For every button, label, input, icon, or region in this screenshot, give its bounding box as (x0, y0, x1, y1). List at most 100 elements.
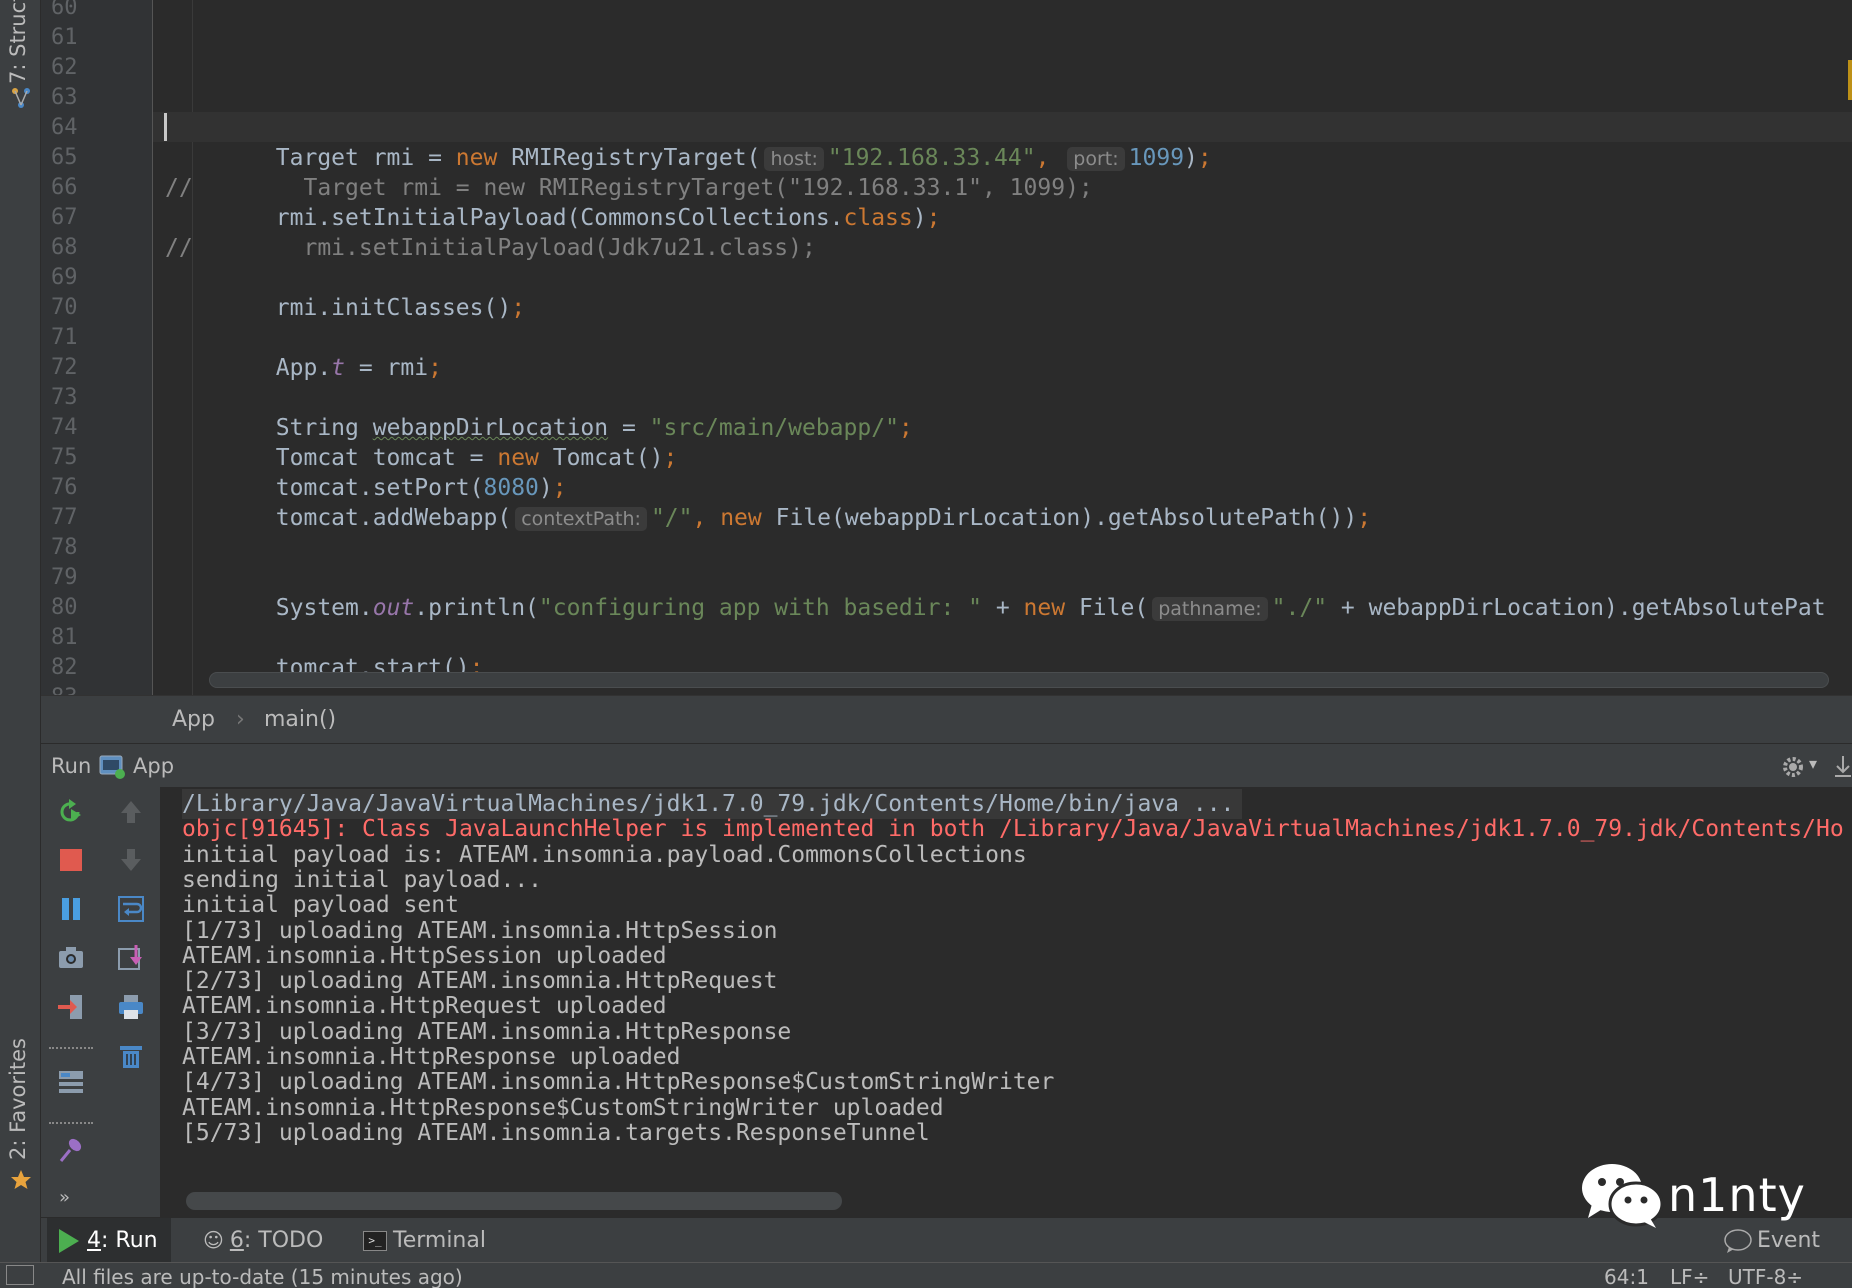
structure-icon[interactable] (9, 86, 33, 110)
code-token: + webappDirLocation).getAbsolutePat (1327, 595, 1826, 621)
code-token: ) (1184, 145, 1198, 171)
run-play-icon (59, 1229, 79, 1253)
app-config-icon (99, 755, 125, 779)
line-separator[interactable]: LF÷ (1670, 1265, 1709, 1288)
code-token: System. (165, 595, 373, 621)
code-line[interactable]: App.t = rmi; (165, 353, 442, 383)
line-number: 63 (51, 85, 78, 110)
scroll-to-end-icon[interactable] (116, 943, 146, 973)
code-token: ; (511, 295, 526, 321)
code-line[interactable]: // rmi.setInitialPayload(Jdk7u21.class); (165, 233, 816, 263)
breadcrumb-method[interactable]: main() (264, 707, 336, 732)
code-token: class (843, 205, 913, 231)
code-token: File( (1065, 595, 1149, 621)
breadcrumb-class[interactable]: App (172, 707, 215, 732)
code-line[interactable]: tomcat.addWebapp(contextPath: "/", new Fi… (165, 503, 1371, 533)
line-number: 82 (51, 655, 78, 680)
error-stripe-marker[interactable] (1848, 60, 1852, 100)
code-token: new (720, 505, 762, 531)
code-token: ; (552, 475, 567, 501)
parameter-hint: host: (764, 147, 824, 171)
line-number: 62 (51, 55, 78, 80)
code-line[interactable]: rmi.setInitialPayload(CommonsCollections… (165, 203, 941, 233)
code-line[interactable]: System.out.println("configuring app with… (165, 593, 1826, 623)
code-token: new (1023, 595, 1066, 621)
line-number: 80 (51, 595, 78, 620)
layout-icon[interactable] (56, 1067, 86, 1097)
line-number: 75 (51, 445, 78, 470)
code-token: File(webappDirLocation).getAbsolutePath(… (761, 505, 1358, 531)
code-token: Tomcat tomcat = (165, 445, 498, 471)
run-config-tab[interactable]: App (133, 754, 174, 778)
code-line[interactable]: Target rmi = new RMIRegistryTarget(host:… (165, 143, 1212, 173)
parameter-hint: contextPath: (515, 507, 647, 531)
line-number: 79 (51, 565, 78, 590)
settings-gear-icon[interactable] (1781, 754, 1807, 780)
console-line: [5/73] uploading ATEAM.insomnia.targets.… (182, 1119, 930, 1146)
stop-icon[interactable] (56, 845, 86, 875)
toggle-tool-windows-icon[interactable] (6, 1265, 34, 1285)
console-horizontal-scrollbar[interactable] (186, 1192, 842, 1210)
line-number: 69 (51, 265, 78, 290)
pin-icon[interactable] (56, 1135, 86, 1165)
line-number: 68 (51, 235, 78, 260)
code-line[interactable]: tomcat.setPort(8080); (165, 473, 567, 503)
exit-icon[interactable] (56, 992, 86, 1022)
camera-dump-icon[interactable] (56, 943, 86, 973)
terminal-icon: >_ (363, 1231, 387, 1251)
arrow-up-icon[interactable] (116, 797, 146, 827)
code-text-area[interactable]: Target rmi = new RMIRegistryTarget(host:… (165, 0, 1852, 695)
run-toolbar-secondary (101, 787, 161, 1217)
code-token: ; (428, 355, 442, 381)
file-encoding[interactable]: UTF-8÷ (1728, 1265, 1803, 1288)
code-editor[interactable]: 60 61 62 63 64 65 66 67 68 69 70 71 72 73 74 75 76 77 78 79… (41, 0, 1852, 695)
hide-panel-icon[interactable] (1833, 754, 1852, 780)
line-number: 81 (51, 625, 78, 650)
toolbar-separator (49, 1122, 93, 1124)
rerun-icon[interactable] (56, 797, 86, 827)
wechat-logo-icon (1582, 1164, 1664, 1228)
star-icon[interactable] (9, 1168, 33, 1192)
settings-dropdown-arrow-icon[interactable]: ▾ (1809, 754, 1817, 773)
code-token: ; (1197, 145, 1212, 171)
code-token: = (608, 415, 650, 441)
caret-position[interactable]: 64:1 (1604, 1265, 1649, 1288)
code-token: "192.168.33.44" (827, 145, 1036, 171)
code-line[interactable]: Tomcat tomcat = new Tomcat(); (165, 443, 678, 473)
code-line[interactable]: // Target rmi = new RMIRegistryTarget("1… (165, 173, 1093, 203)
event-log-bubble-icon (1724, 1229, 1752, 1253)
line-number: 70 (51, 295, 78, 320)
console-output[interactable]: /Library/Java/JavaVirtualMachines/jdk1.7… (162, 787, 1852, 1217)
code-token: rmi.initClasses() (165, 295, 512, 321)
tab-run[interactable]: 4: Run (47, 1218, 171, 1263)
trash-icon[interactable] (116, 1041, 146, 1071)
code-token: new (455, 145, 498, 171)
code-token: // rmi.setInitialPayload(Jdk7u21.class); (165, 235, 816, 261)
soft-wrap-icon[interactable] (116, 894, 146, 924)
line-number: 61 (51, 25, 78, 50)
tab-todo-label: : TODO (243, 1228, 324, 1253)
code-line[interactable]: rmi.initClasses(); (165, 293, 525, 323)
print-icon[interactable] (116, 992, 146, 1022)
toolbar-separator (49, 1047, 93, 1049)
code-token: = rmi (345, 355, 429, 381)
code-token: "/" (650, 505, 693, 531)
favorites-tool-tab[interactable]: 2: Favorites (6, 1038, 30, 1160)
structure-tool-tab[interactable]: 7: Struct (6, 0, 30, 84)
status-message: All files are up-to-date (15 minutes ago… (62, 1265, 463, 1288)
code-token: rmi.setInitialPayload(CommonsCollections… (165, 205, 844, 231)
line-number: 60 (51, 0, 78, 20)
code-token: Tomcat() (538, 445, 664, 471)
line-number: 76 (51, 475, 78, 500)
todo-icon: ☺ (203, 1228, 224, 1252)
tab-terminal[interactable]: >_ Terminal (351, 1218, 498, 1263)
editor-horizontal-scrollbar[interactable] (209, 672, 1829, 688)
parameter-hint: port: (1067, 147, 1125, 171)
tab-todo[interactable]: ☺ 6: TODO (191, 1218, 335, 1263)
arrow-down-icon[interactable] (116, 845, 146, 875)
code-line[interactable]: String webappDirLocation = "src/main/web… (165, 413, 913, 443)
code-token: String (165, 415, 373, 441)
code-token: App. (165, 355, 332, 381)
pause-icon[interactable] (56, 894, 86, 924)
more-tools-icon[interactable]: » (59, 1187, 70, 1208)
